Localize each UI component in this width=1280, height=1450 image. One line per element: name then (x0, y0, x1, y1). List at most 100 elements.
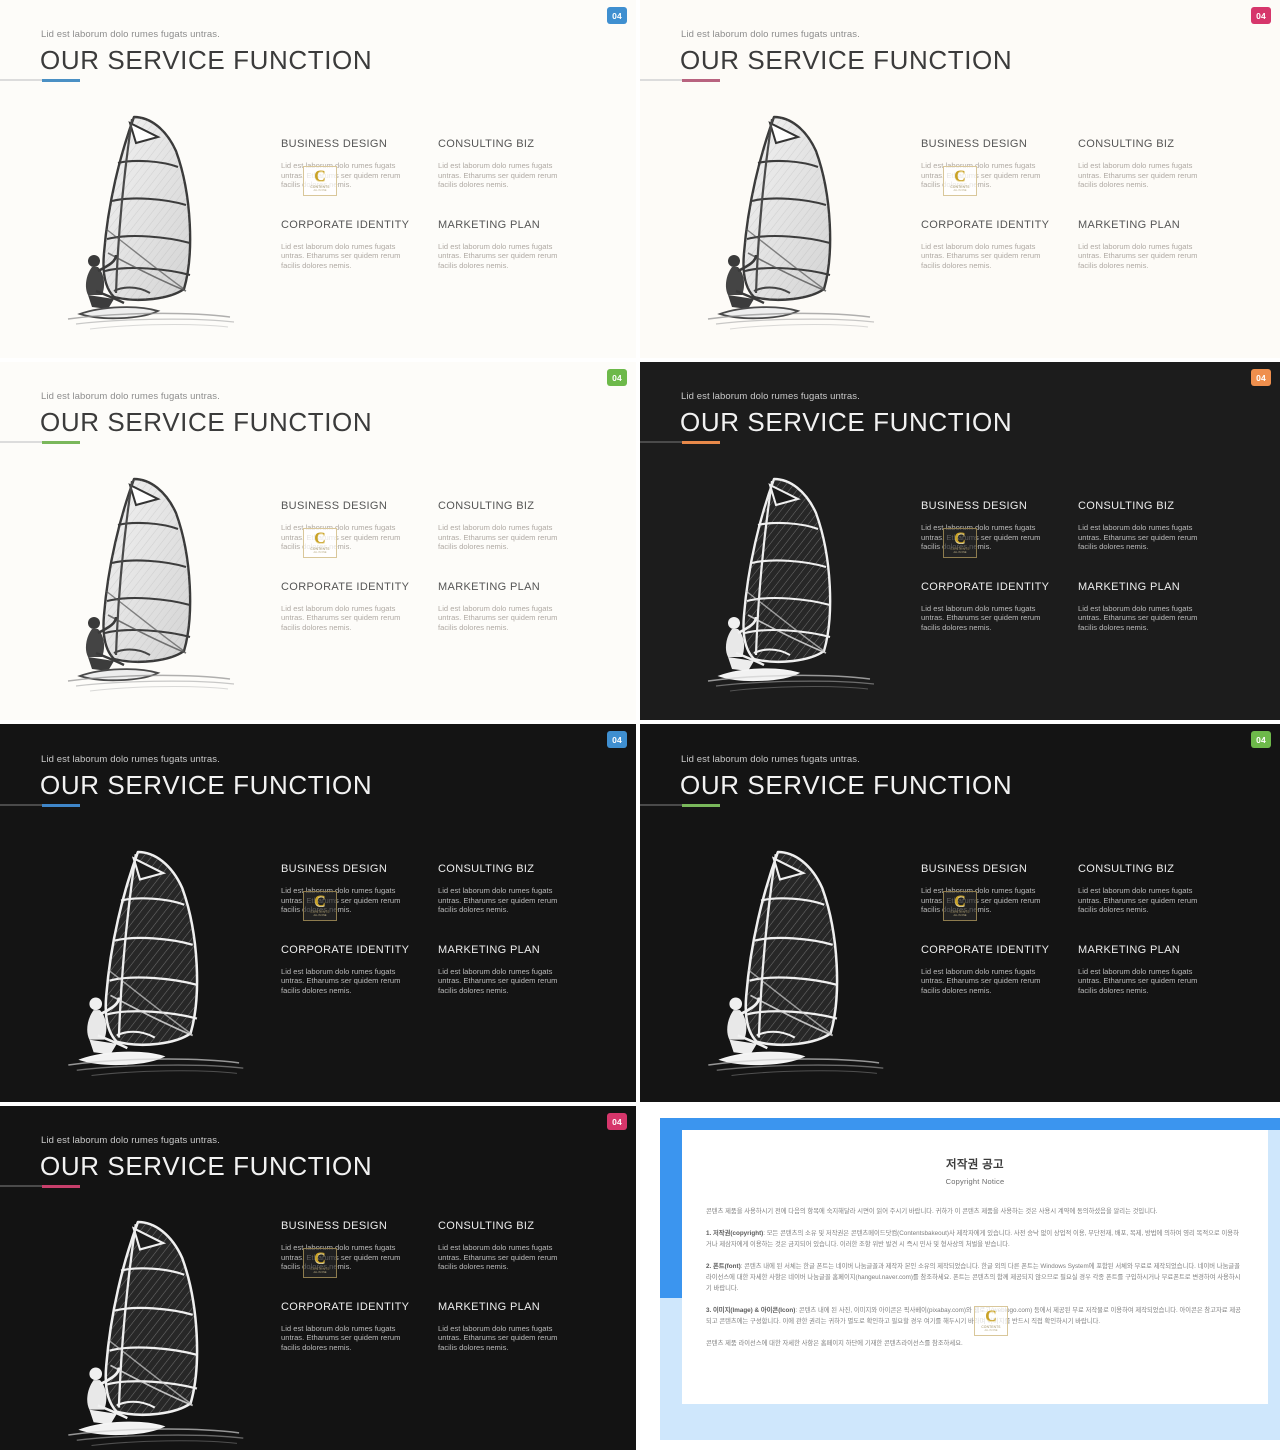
slide-title: OUR SERVICE FUNCTION (680, 770, 1013, 800)
feature-item: CORPORATE IDENTITY Lid est laborum dolo … (921, 580, 1078, 633)
feature-body: Lid est laborum dolo rumes fugats untras… (1078, 603, 1198, 632)
page-number-badge: 04 (607, 369, 627, 386)
feature-item: BUSINESS DESIGN Lid est laborum dolo rum… (921, 499, 1078, 552)
feature-item: CONSULTING BIZ Lid est laborum dolo rume… (438, 137, 595, 190)
copyright-accent-header (660, 1118, 1280, 1130)
feature-heading: BUSINESS DESIGN (281, 863, 388, 875)
slide-eyebrow: Lid est laborum dolo rumes fugats untras… (41, 29, 220, 40)
feature-item: CORPORATE IDENTITY Lid est laborum dolo … (281, 1300, 438, 1353)
feature-item: MARKETING PLAN Lid est laborum dolo rume… (1078, 943, 1235, 996)
title-rule-accent (42, 803, 80, 807)
slide-eyebrow: Lid est laborum dolo rumes fugats untras… (41, 391, 220, 402)
slide-deck-preview-grid: 04 Lid est laborum dolo rumes fugats unt… (0, 0, 1280, 1450)
feature-heading: CORPORATE IDENTITY (281, 1300, 410, 1313)
feature-body: Lid est laborum dolo rumes fugats untras… (1078, 523, 1198, 552)
windsurfer-sketch-icon (62, 1206, 257, 1450)
copyright-accent-band (660, 1118, 682, 1298)
feature-body: Lid est laborum dolo rumes fugats untras… (921, 966, 1041, 995)
slide-card-7[interactable]: 04 Lid est laborum dolo rumes fugats unt… (0, 1106, 640, 1450)
feature-body: Lid est laborum dolo rumes fugats untras… (438, 161, 558, 190)
feature-item: CONSULTING BIZ Lid est laborum dolo rume… (1078, 862, 1235, 915)
slide-title: OUR SERVICE FUNCTION (40, 45, 373, 75)
page-number-badge: 04 (607, 731, 627, 748)
feature-heading: CONSULTING BIZ (1078, 138, 1175, 150)
feature-item: CONSULTING BIZ Lid est laborum dolo rume… (1078, 137, 1235, 190)
feature-body: Lid est laborum dolo rumes fugats untras… (1078, 966, 1198, 995)
feature-heading: CONSULTING BIZ (438, 500, 535, 512)
feature-heading: MARKETING PLAN (1078, 943, 1181, 956)
feature-heading: MARKETING PLAN (438, 218, 541, 231)
slide-canvas: 04 Lid est laborum dolo rumes fugats unt… (0, 1106, 636, 1450)
feature-item: CONSULTING BIZ Lid est laborum dolo rume… (1078, 499, 1235, 552)
slide-eyebrow: Lid est laborum dolo rumes fugats untras… (41, 754, 220, 765)
slide-card-1[interactable]: 04 Lid est laborum dolo rumes fugats unt… (0, 0, 640, 362)
page-number-badge: 04 (1251, 731, 1271, 748)
copyright-body: 콘텐츠 제품을 사용하시기 전에 다음의 항목에 숙지해달라 시면이 읽어 주시… (706, 1206, 1244, 1349)
feature-grid: BUSINESS DESIGN Lid est laborum dolo rum… (921, 862, 1235, 996)
title-rule-accent (682, 803, 720, 807)
feature-grid: BUSINESS DESIGN Lid est laborum dolo rum… (281, 862, 595, 996)
feature-heading: BUSINESS DESIGN (921, 138, 1028, 150)
feature-body: Lid est laborum dolo rumes fugats untras… (438, 1243, 558, 1272)
feature-heading: MARKETING PLAN (438, 580, 541, 593)
slide-canvas: 04 Lid est laborum dolo rumes fugats unt… (0, 724, 636, 1102)
feature-body: Lid est laborum dolo rumes fugats untras… (281, 241, 401, 270)
feature-heading: CORPORATE IDENTITY (921, 580, 1050, 593)
feature-item: CONSULTING BIZ Lid est laborum dolo rume… (438, 1219, 595, 1272)
feature-heading: MARKETING PLAN (438, 943, 541, 956)
title-rule-accent (42, 78, 80, 82)
slide-eyebrow: Lid est laborum dolo rumes fugats untras… (681, 29, 860, 40)
feature-grid: BUSINESS DESIGN Lid est laborum dolo rum… (921, 499, 1235, 633)
feature-item: MARKETING PLAN Lid est laborum dolo rume… (1078, 580, 1235, 633)
feature-heading: CORPORATE IDENTITY (921, 218, 1050, 231)
feature-item: MARKETING PLAN Lid est laborum dolo rume… (438, 580, 595, 633)
slide-eyebrow: Lid est laborum dolo rumes fugats untras… (681, 391, 860, 402)
slide-card-4[interactable]: 04 Lid est laborum dolo rumes fugats unt… (640, 362, 1280, 724)
feature-body: Lid est laborum dolo rumes fugats untras… (921, 241, 1041, 270)
windsurfer-sketch-icon (702, 103, 887, 333)
windsurfer-sketch-icon (62, 103, 247, 333)
feature-body: Lid est laborum dolo rumes fugats untras… (921, 161, 1041, 190)
feature-heading: CORPORATE IDENTITY (281, 218, 410, 231)
slide-canvas: 04 Lid est laborum dolo rumes fugats unt… (0, 0, 636, 358)
title-rule-accent (42, 440, 80, 444)
slide-canvas: 04 Lid est laborum dolo rumes fugats unt… (640, 0, 1280, 358)
feature-body: Lid est laborum dolo rumes fugats untras… (438, 886, 558, 915)
page-number-badge: 04 (1251, 7, 1271, 24)
windsurfer-sketch-icon (62, 836, 257, 1081)
slide-canvas: 04 Lid est laborum dolo rumes fugats unt… (640, 724, 1280, 1102)
feature-heading: CORPORATE IDENTITY (281, 580, 410, 593)
feature-heading: CONSULTING BIZ (438, 1220, 535, 1232)
copyright-clause-3: 3. 이미지(Image) & 아이콘(Icon): 콘텐츠 내에 된 사진, … (706, 1305, 1244, 1327)
copyright-title: 저작권 공고 (946, 1159, 1004, 1171)
slide-title: OUR SERVICE FUNCTION (40, 770, 373, 800)
slide-card-2[interactable]: 04 Lid est laborum dolo rumes fugats unt… (640, 0, 1280, 362)
feature-heading: MARKETING PLAN (438, 1300, 541, 1313)
feature-body: Lid est laborum dolo rumes fugats untras… (438, 603, 558, 632)
windsurfer-sketch-icon (702, 465, 887, 695)
feature-body: Lid est laborum dolo rumes fugats untras… (281, 966, 401, 995)
slide-card-3[interactable]: 04 Lid est laborum dolo rumes fugats unt… (0, 362, 640, 724)
slide-card-6[interactable]: 04 Lid est laborum dolo rumes fugats unt… (640, 724, 1280, 1106)
feature-heading: CONSULTING BIZ (1078, 500, 1175, 512)
feature-grid: BUSINESS DESIGN Lid est laborum dolo rum… (921, 137, 1235, 271)
slide-title: OUR SERVICE FUNCTION (680, 45, 1013, 75)
clause-1-label: 1. 저작권(copyright) (706, 1230, 764, 1237)
feature-heading: CONSULTING BIZ (1078, 863, 1175, 875)
slide-title: OUR SERVICE FUNCTION (40, 1151, 373, 1181)
feature-heading: BUSINESS DESIGN (921, 500, 1028, 512)
copyright-footer: 콘텐츠 제품 라이선스에 대한 자세한 사항은 홈페이지 하단에 기재한 콘텐츠… (706, 1340, 963, 1347)
copyright-notice-slide[interactable]: 저작권 공고 Copyright Notice 콘텐츠 제품을 사용하시기 전에… (640, 1106, 1280, 1450)
feature-item: BUSINESS DESIGN Lid est laborum dolo rum… (281, 137, 438, 190)
feature-body: Lid est laborum dolo rumes fugats untras… (281, 886, 401, 915)
page-number-badge: 04 (607, 7, 627, 24)
slide-card-5[interactable]: 04 Lid est laborum dolo rumes fugats unt… (0, 724, 640, 1106)
copyright-clause-2: 2. 폰트(font): 콘텐츠 내에 된 서체는 한글 폰트는 네이버 나눔글… (706, 1261, 1244, 1294)
clause-1-text: : 모든 콘텐츠의 소유 및 저작권은 콘텐츠메이드닷컴(Contentsbak… (706, 1230, 1239, 1248)
watermark-line2: ALL IN ONE (984, 1329, 998, 1333)
page-number-badge: 04 (607, 1113, 627, 1130)
feature-grid: BUSINESS DESIGN Lid est laborum dolo rum… (281, 1219, 595, 1353)
feature-body: Lid est laborum dolo rumes fugats untras… (438, 241, 558, 270)
feature-body: Lid est laborum dolo rumes fugats untras… (281, 1243, 401, 1272)
copyright-subtitle: Copyright Notice (945, 1177, 1005, 1186)
